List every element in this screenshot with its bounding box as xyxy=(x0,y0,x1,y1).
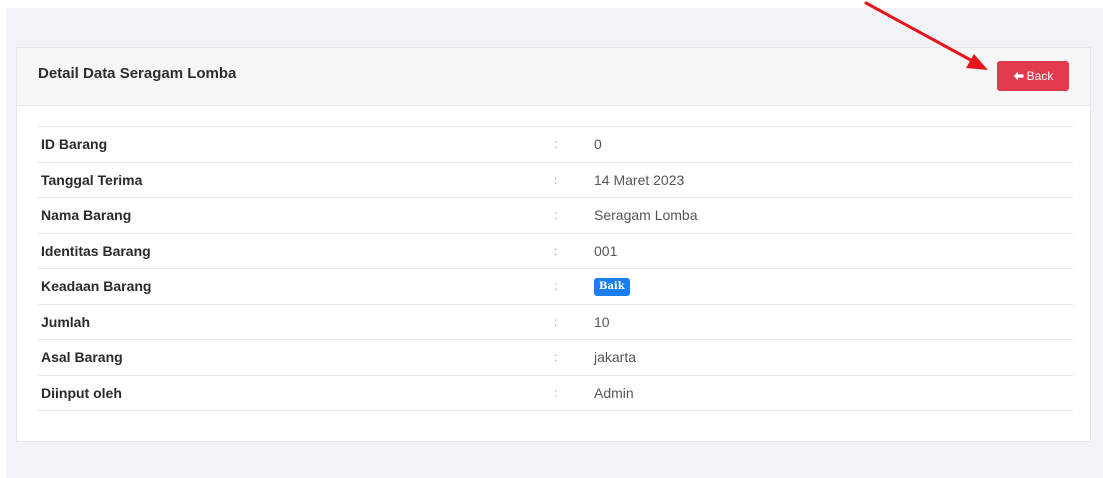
arrow-left-icon xyxy=(1013,71,1024,81)
row-label: Keadaan Barang xyxy=(38,268,554,304)
row-separator: : xyxy=(554,232,594,269)
status-badge: Baik xyxy=(594,278,630,297)
row-value: 001 xyxy=(594,232,1073,269)
row-separator: : xyxy=(554,339,594,375)
row-separator: : xyxy=(554,197,594,233)
table-row: Tanggal Terima : 14 Maret 2023 xyxy=(38,161,1073,198)
row-label: Identitas Barang xyxy=(38,232,554,269)
card-title: Detail Data Seragam Lomba xyxy=(38,65,237,82)
row-separator: : xyxy=(554,268,594,304)
row-label: Diinput oleh xyxy=(38,374,554,411)
row-separator: : xyxy=(554,161,594,198)
row-separator: : xyxy=(554,126,594,162)
row-separator: : xyxy=(554,303,594,340)
row-value: jakarta xyxy=(594,339,1073,375)
card-header: Detail Data Seragam Lomba Back xyxy=(17,48,1090,106)
row-value: Baik xyxy=(594,268,1073,304)
row-separator: : xyxy=(554,374,594,411)
row-label: Jumlah xyxy=(38,303,554,340)
table-row: Keadaan Barang : Baik xyxy=(38,268,1073,304)
row-label: Asal Barang xyxy=(38,339,554,375)
back-button-label: Back xyxy=(1026,69,1054,83)
table-row: Diinput oleh : Admin xyxy=(38,374,1073,411)
row-value: 0 xyxy=(594,126,1073,162)
table-row: Asal Barang : jakarta xyxy=(38,339,1073,375)
row-value: 10 xyxy=(594,303,1073,340)
table-row: Jumlah : 10 xyxy=(38,303,1073,340)
row-value: Admin xyxy=(594,374,1073,411)
row-label: Tanggal Terima xyxy=(38,161,554,198)
detail-card: Detail Data Seragam Lomba Back ID Barang… xyxy=(16,47,1091,442)
row-label: Nama Barang xyxy=(38,197,554,233)
table-row: ID Barang : 0 xyxy=(38,126,1073,162)
row-value: 14 Maret 2023 xyxy=(594,161,1073,198)
table-row: Nama Barang : Seragam Lomba xyxy=(38,197,1073,233)
row-value: Seragam Lomba xyxy=(594,197,1073,233)
table-row: Identitas Barang : 001 xyxy=(38,232,1073,269)
detail-table: ID Barang : 0 Tanggal Terima : 14 Maret … xyxy=(38,126,1073,411)
back-button[interactable]: Back xyxy=(997,61,1069,91)
row-label: ID Barang xyxy=(38,126,554,162)
